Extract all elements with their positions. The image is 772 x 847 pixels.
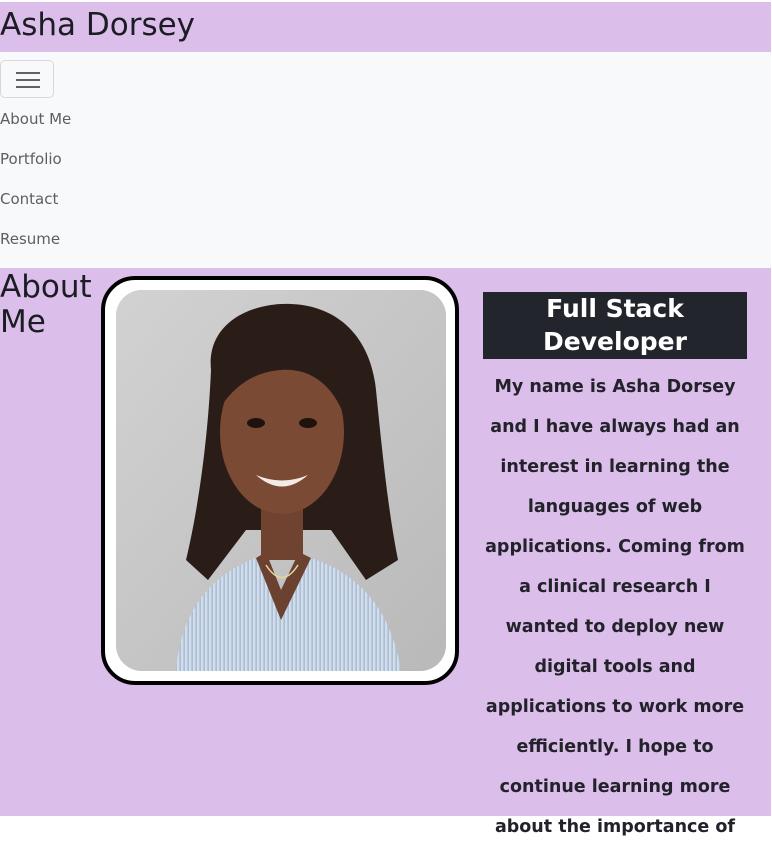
nav-link-about-me[interactable]: About Me (0, 109, 71, 129)
role-badge: Full Stack Developer (483, 292, 747, 359)
nav-link-contact[interactable]: Contact (0, 189, 58, 209)
about-heading: About Me (0, 269, 92, 340)
nav-link-portfolio[interactable]: Portfolio (0, 149, 62, 169)
bio-text: My name is Asha Dorsey and I have always… (485, 377, 745, 837)
navbar-toggle-button[interactable] (0, 60, 54, 98)
about-section: About Me Full Stack Developer My name is… (0, 268, 771, 837)
site-title: Asha Dorsey (0, 7, 196, 43)
nav-link-resume[interactable]: Resume (0, 229, 60, 249)
navbar: About Me Portfolio Contact Resume (0, 52, 771, 268)
profile-photo-frame (101, 276, 459, 685)
site-header: Asha Dorsey (0, 2, 771, 52)
profile-photo (116, 290, 446, 671)
